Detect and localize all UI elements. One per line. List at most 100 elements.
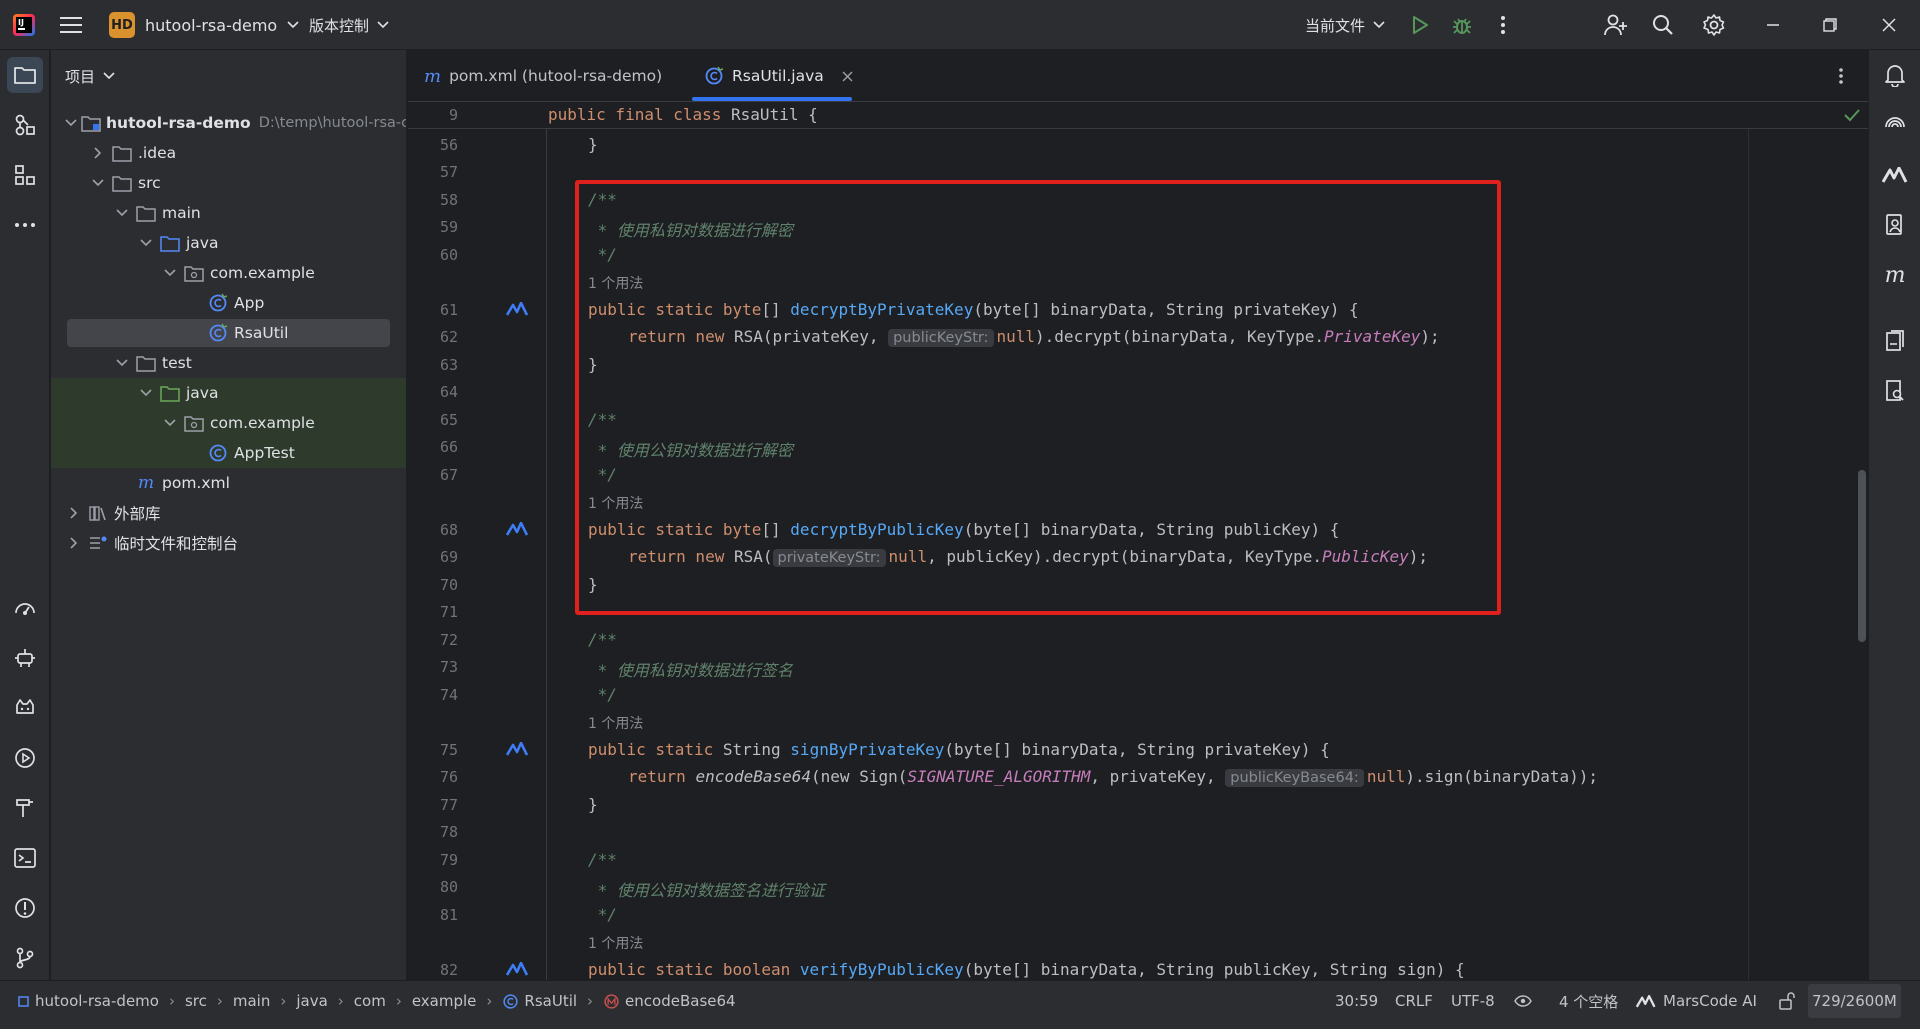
- breadcrumb-item[interactable]: RsaUtil: [524, 992, 577, 1010]
- minimize-icon[interactable]: [1766, 0, 1780, 50]
- caret-position[interactable]: 30:59: [1335, 981, 1378, 1021]
- no-problems-check-icon[interactable]: [1844, 108, 1860, 122]
- tree-item-root[interactable]: hutool-rsa-demo D:\temp\hutool-rsa-c: [51, 108, 406, 138]
- problems-icon[interactable]: [7, 890, 43, 926]
- tree-item-apptest[interactable]: AppTest: [51, 438, 406, 468]
- terminal-icon[interactable]: [7, 840, 43, 876]
- run-icon[interactable]: [1410, 0, 1430, 50]
- project-panel-header[interactable]: 项目: [65, 64, 115, 88]
- tree-item-external-libraries[interactable]: 外部库: [51, 498, 406, 528]
- tree-item-package-main[interactable]: com.example: [51, 258, 406, 288]
- marscode-ai-gutter-icon[interactable]: [506, 962, 530, 980]
- reader-mode-eye-icon[interactable]: [1514, 981, 1532, 1021]
- ai-assistant-spiral-icon[interactable]: [1877, 107, 1913, 143]
- sticky-scroll-header[interactable]: 9 public final class RsaUtil {: [408, 103, 1868, 129]
- tree-item-test[interactable]: test: [51, 348, 406, 378]
- chevron-right-icon[interactable]: [65, 504, 83, 522]
- usage-hint[interactable]: 1 个用法: [588, 273, 643, 293]
- breadcrumb-item[interactable]: main: [233, 992, 270, 1010]
- add-user-icon[interactable]: [1604, 0, 1628, 50]
- notifications-bell-icon[interactable]: [1877, 57, 1913, 93]
- usage-hint[interactable]: 1 个用法: [588, 493, 643, 513]
- profiler-icon[interactable]: [7, 590, 43, 626]
- build-hammer-icon[interactable]: [7, 790, 43, 826]
- more-tools-icon[interactable]: [7, 207, 43, 243]
- chevron-down-icon[interactable]: [113, 354, 131, 372]
- tree-label: test: [162, 354, 192, 372]
- chevron-down-icon[interactable]: [161, 414, 179, 432]
- chevron-down-icon[interactable]: [137, 234, 155, 252]
- tree-item-src[interactable]: src: [51, 168, 406, 198]
- unlock-icon[interactable]: [1779, 981, 1795, 1021]
- marscode-ai-gutter-icon[interactable]: [506, 522, 530, 540]
- structure-icon[interactable]: [7, 157, 43, 193]
- tab-pom-xml[interactable]: m pom.xml (hutool-rsa-demo): [424, 50, 662, 102]
- main-menu-icon[interactable]: [60, 0, 82, 50]
- database-user-icon[interactable]: [1877, 207, 1913, 243]
- services-robot-icon[interactable]: [7, 640, 43, 676]
- chevron-down-icon[interactable]: [65, 114, 77, 132]
- tab-rsautil-java[interactable]: RsaUtil.java: [704, 50, 853, 102]
- tree-item-idea[interactable]: .idea: [51, 138, 406, 168]
- git-branch-icon[interactable]: [7, 940, 43, 976]
- clipboard-icon[interactable]: [1877, 323, 1913, 359]
- chevron-down-icon[interactable]: [113, 204, 131, 222]
- search-icon[interactable]: [1652, 0, 1674, 50]
- chevron-down-icon[interactable]: [161, 264, 179, 282]
- tree-item-app[interactable]: App: [51, 288, 406, 318]
- document-search-icon[interactable]: [1877, 373, 1913, 409]
- vertical-scrollbar[interactable]: [1858, 470, 1866, 642]
- breadcrumb-item[interactable]: hutool-rsa-demo: [35, 992, 159, 1010]
- tree-item-scratches[interactable]: 临时文件和控制台: [51, 528, 406, 558]
- chevron-right-icon[interactable]: [65, 534, 83, 552]
- tree-item-package-test[interactable]: com.example: [51, 408, 406, 438]
- line-separator[interactable]: CRLF: [1395, 981, 1433, 1021]
- run-tool-icon[interactable]: [7, 740, 43, 776]
- cat-plugin-icon[interactable]: [7, 690, 43, 726]
- line-number: 69: [439, 548, 458, 566]
- chevron-right-icon[interactable]: [89, 144, 107, 162]
- breadcrumb-item[interactable]: com: [354, 992, 386, 1010]
- tree-item-rsautil[interactable]: RsaUtil: [51, 318, 406, 348]
- tree-item-java-main[interactable]: java: [51, 228, 406, 258]
- tree-item-main[interactable]: main: [51, 198, 406, 228]
- indent-setting[interactable]: 4 个空格: [1559, 981, 1618, 1021]
- close-tab-icon[interactable]: [842, 71, 853, 82]
- vcs-menu[interactable]: 版本控制: [309, 0, 389, 50]
- code-editor[interactable]: 9 public final class RsaUtil { 56 57 58 …: [408, 103, 1868, 980]
- maven-tool-icon[interactable]: m: [1877, 257, 1913, 293]
- file-encoding[interactable]: UTF-8: [1451, 981, 1495, 1021]
- debug-icon[interactable]: [1451, 0, 1473, 50]
- chevron-down-icon[interactable]: [89, 174, 107, 192]
- memory-indicator[interactable]: 729/2600M: [1808, 984, 1901, 1018]
- project-folder-icon[interactable]: [7, 57, 43, 93]
- breadcrumb-item[interactable]: encodeBase64: [625, 992, 736, 1010]
- settings-gear-icon[interactable]: [1702, 0, 1726, 50]
- more-actions-icon[interactable]: [1500, 0, 1506, 50]
- tree-item-pom[interactable]: m pom.xml: [51, 468, 406, 498]
- ai-label: MarsCode AI: [1663, 992, 1757, 1010]
- close-icon[interactable]: [1882, 0, 1896, 50]
- marscode-ai-gutter-icon[interactable]: [506, 742, 530, 760]
- tab-options-icon[interactable]: [1838, 50, 1844, 102]
- status-bar: hutool-rsa-demo › src › main › java › co…: [0, 980, 1920, 1029]
- sticky-code-line: public final class RsaUtil {: [548, 105, 818, 124]
- breadcrumb-item[interactable]: java: [296, 992, 327, 1010]
- usage-hint[interactable]: 1 个用法: [588, 933, 643, 953]
- ide-logo-icon[interactable]: IJ: [12, 0, 36, 50]
- breadcrumb-item[interactable]: example: [412, 992, 477, 1010]
- marscode-ai-gutter-icon[interactable]: [506, 302, 530, 320]
- restore-icon[interactable]: [1823, 0, 1837, 50]
- commit-icon[interactable]: [7, 107, 43, 143]
- marscode-icon[interactable]: [1877, 157, 1913, 193]
- marscode-ai-status[interactable]: MarsCode AI: [1636, 981, 1757, 1021]
- run-config-selector[interactable]: 当前文件: [1305, 0, 1385, 50]
- project-switcher[interactable]: HD hutool-rsa-demo: [109, 0, 299, 50]
- usage-hint[interactable]: 1 个用法: [588, 713, 643, 733]
- tree-item-java-test[interactable]: java: [51, 378, 406, 408]
- chevron-down-icon[interactable]: [137, 384, 155, 402]
- breadcrumb-item[interactable]: src: [185, 992, 207, 1010]
- chevron-right-icon: ›: [168, 992, 175, 1010]
- chevron-right-icon: ›: [337, 992, 344, 1010]
- line-number: 9: [448, 106, 458, 124]
